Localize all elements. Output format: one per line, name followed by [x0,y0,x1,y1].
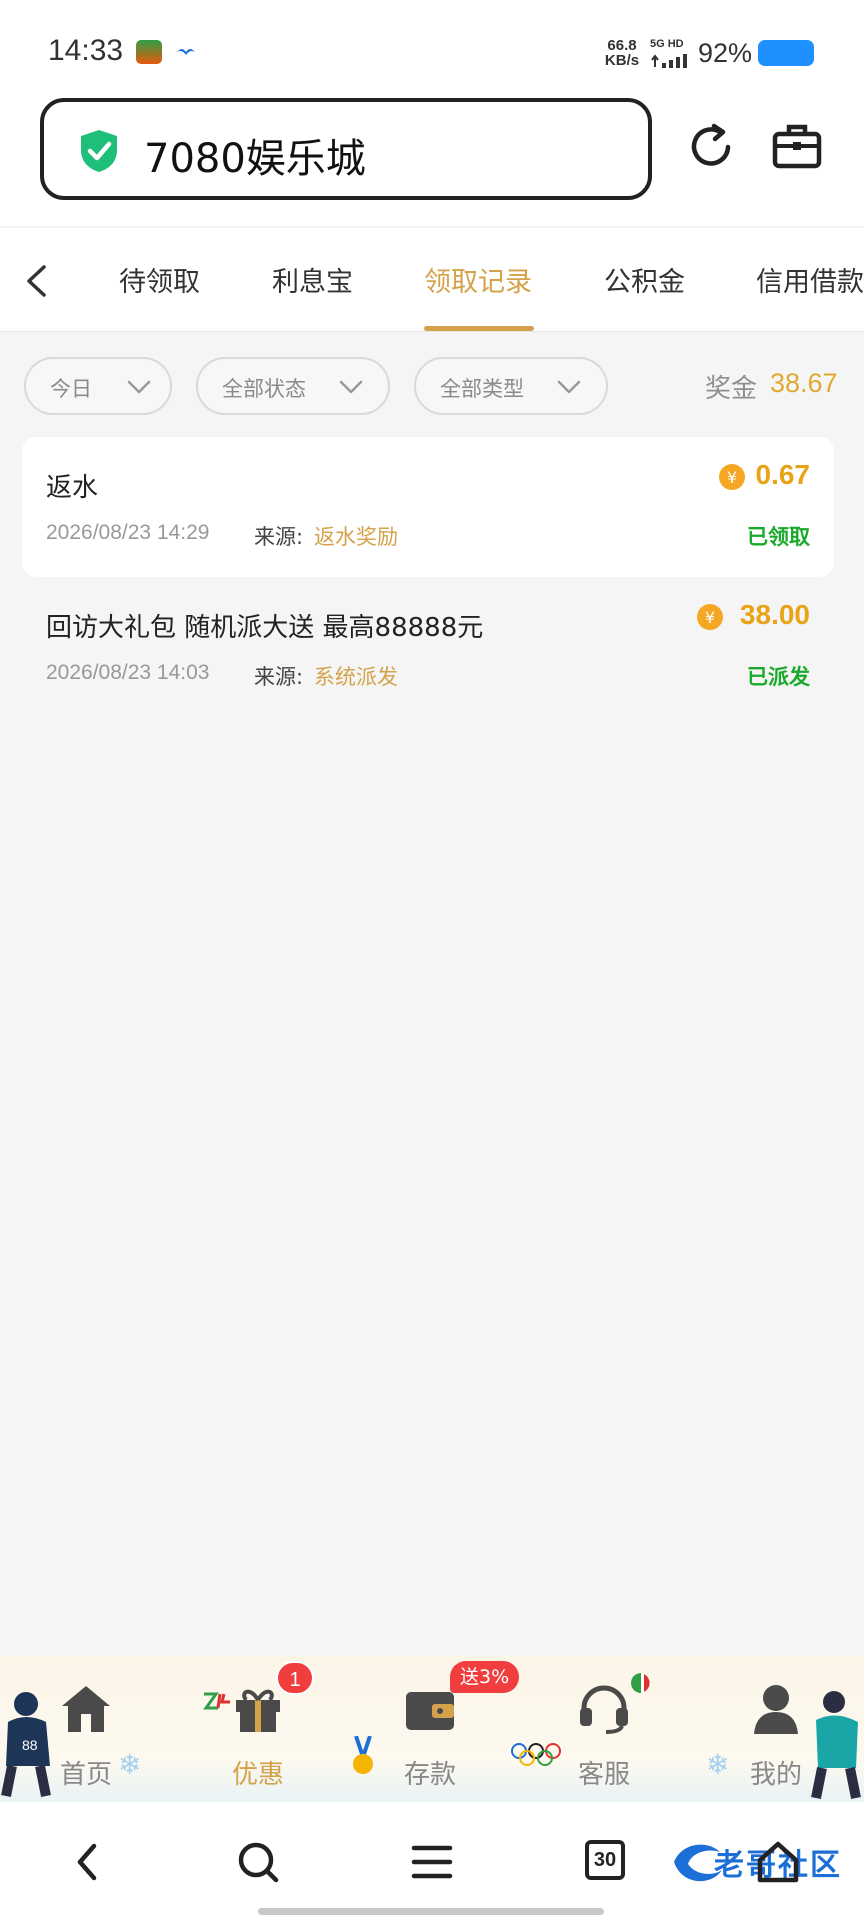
network-speed: 66.8 KB/s [604,37,640,69]
record-title: 返水 [46,473,99,503]
svg-text:¥: ¥ [705,608,715,627]
gift-icon [236,1689,280,1732]
back-icon[interactable] [64,1838,112,1886]
olympic-rings-icon [511,1743,561,1766]
tab-pending[interactable]: 待领取 [119,260,200,299]
record-datetime: 2026/08/23 14:29 [46,521,210,544]
filter-date-label: 今日 [50,377,92,401]
tab-credit-loan[interactable]: 信用借款 [756,260,864,299]
record-source: 系统派发 [314,665,398,689]
battery-icon [758,40,814,66]
browser-bottom-bar: 30 老哥社区 [0,1802,864,1920]
nav-promotions-label: 优惠 [231,1760,284,1790]
bird-notification-icon [177,49,195,55]
home-outline-icon[interactable] [754,1838,802,1886]
bottom-app-nav: 88 首页 优惠 存款 客服 我的 1 送3% ❄ ❄ [0,1656,864,1802]
record-status: 已派发 [747,665,810,689]
yen-coin-icon: ¥ [697,604,723,630]
filter-type-label: 全部类型 [440,377,524,401]
snowflake-icon: ❄ [118,1748,142,1781]
snowflake-icon: ❄ [706,1748,730,1781]
record-amount: 0.67 [755,459,811,490]
tab-claim-records[interactable]: 领取记录 [424,260,532,299]
record-amount: 38.00 [739,599,810,630]
battery-percent: 92% [698,38,753,68]
user-icon [754,1685,798,1734]
record-row[interactable]: 回访大礼包 随机派大送 最高88888元 2026/08/23 14:03 来源… [22,577,834,717]
svg-text:¥: ¥ [727,468,737,487]
record-source-label: 来源: [254,665,304,689]
bonus-label: 奖金 [705,374,758,404]
gesture-bar [258,1908,604,1915]
shield-check-icon [81,130,117,172]
record-source: 返水奖励 [314,525,398,549]
record-status: 已领取 [747,525,810,549]
chevron-left-icon[interactable] [22,264,50,298]
menu-icon[interactable] [408,1838,456,1886]
filter-date[interactable]: 今日 [24,357,172,415]
status-time: 14:33 [48,34,124,67]
tabs-count-button[interactable]: 30 [585,1840,625,1880]
site-title: 7080娱乐城 [144,136,366,182]
browser-header: 7080娱乐城 [0,96,864,226]
headset-icon [580,1685,628,1734]
record-datetime: 2026/08/23 14:03 [46,661,210,684]
tab-interest[interactable]: 利息宝 [272,260,353,299]
filter-status[interactable]: 全部状态 [196,357,390,415]
deposit-bonus-badge: 送3% [450,1661,520,1693]
address-bar[interactable]: 7080娱乐城 [40,98,652,200]
filter-type[interactable]: 全部类型 [414,357,608,415]
signal-icon: 5G HD [650,38,692,68]
filter-status-label: 全部状态 [222,377,306,401]
flag-icon [631,1673,651,1693]
search-icon[interactable] [234,1838,282,1886]
bonus-total: 38.67 [770,368,838,398]
refresh-icon[interactable] [686,122,736,172]
status-bar: 14:33 66.8 KB/s 5G HD 92% [0,0,864,96]
briefcase-icon[interactable] [772,122,822,170]
record-row[interactable]: 返水 2026/08/23 14:29 来源: 返水奖励 ¥ 0.67 已领取 [22,437,834,577]
promotions-badge: 1 [276,1661,314,1695]
olympic-logo-decoration [203,1692,230,1710]
tab-provident-fund[interactable]: 公积金 [604,260,685,299]
yen-coin-icon: ¥ [719,464,745,490]
home-icon [62,1686,110,1732]
chevron-down-icon [557,380,581,394]
chevron-down-icon [127,380,151,394]
nav-deposit-label: 存款 [403,1760,456,1790]
active-tab-indicator [424,326,534,331]
chevron-down-icon [339,380,363,394]
record-title: 回访大礼包 随机派大送 最高88888元 [46,613,484,643]
record-source-label: 来源: [254,525,304,549]
medal-icon [353,1736,373,1774]
record-tabs: 待领取 利息宝 领取记录 公积金 信用借款 [0,228,864,332]
nav-support[interactable]: 客服 [536,1656,676,1802]
app-notification-icon [136,40,162,64]
